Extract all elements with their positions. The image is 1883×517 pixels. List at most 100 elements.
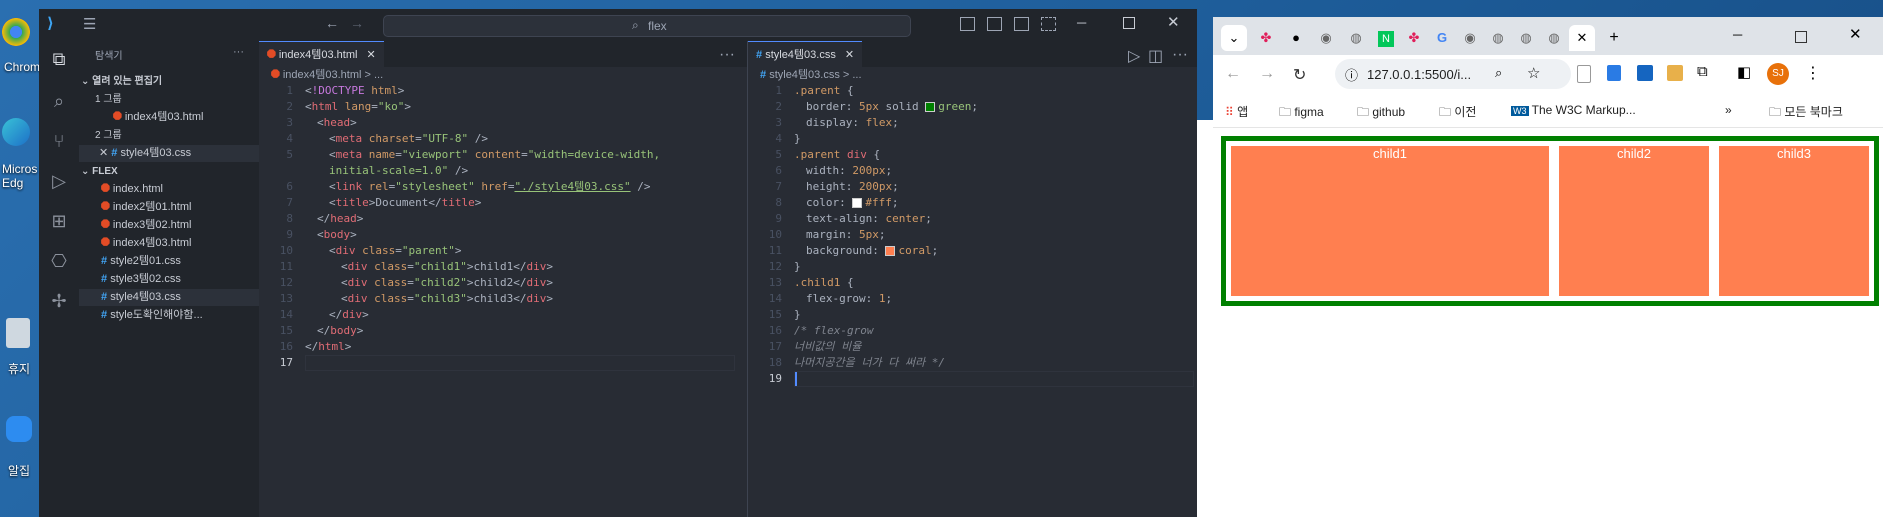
file-item[interactable]: ⯃ index.html: [101, 181, 163, 198]
close-tab-icon[interactable]: ✕: [845, 49, 854, 61]
new-tab-icon[interactable]: +: [1601, 25, 1627, 51]
remote-explorer-icon[interactable]: ⎔: [47, 249, 71, 273]
chrome-minimize-icon[interactable]: ─: [1733, 27, 1742, 42]
file-item[interactable]: ⯃ index4템03.html: [101, 235, 191, 252]
editor-css[interactable]: # style4템03.css ✕ ▷ ◫ ··· # style4템03.cs…: [748, 41, 1197, 517]
edge-desktop-icon[interactable]: [2, 118, 30, 146]
reload-icon[interactable]: ↻: [1293, 65, 1306, 85]
toggle-sidebar-icon[interactable]: [960, 17, 975, 31]
extra-extension-icon[interactable]: ✢: [47, 289, 71, 313]
code-area-css[interactable]: 1 2 3 4 5 6 7 8 9 10 11 12 13 14 15 16 1…: [748, 83, 1197, 513]
extension-icon-1[interactable]: [1577, 65, 1591, 83]
line-number: 4: [286, 132, 293, 145]
profile-avatar[interactable]: SJ: [1767, 63, 1789, 85]
tab-naver-icon[interactable]: N: [1373, 25, 1399, 51]
tab-globe-icon-4[interactable]: ◍: [1541, 25, 1567, 51]
line-number: 6: [286, 180, 293, 193]
customize-layout-icon[interactable]: [1041, 17, 1056, 31]
close-icon[interactable]: ✕: [1167, 13, 1180, 31]
bookmark-github[interactable]: 🗀 github: [1357, 103, 1405, 124]
bookmark-figma[interactable]: 🗀 figma: [1279, 103, 1324, 124]
file-item-selected[interactable]: # style4템03.css: [79, 289, 259, 306]
split-editor-icon[interactable]: ◫: [1148, 46, 1163, 66]
command-center-search[interactable]: ⌕ flex: [383, 15, 911, 37]
color-swatch-white[interactable]: [852, 198, 863, 208]
file-item[interactable]: # style2템01.css: [101, 253, 181, 270]
side-panel-icon[interactable]: ◧: [1737, 63, 1751, 81]
maximize-icon[interactable]: [1123, 17, 1135, 29]
search-activity-icon[interactable]: ⌕: [47, 89, 71, 113]
tab-active-close-icon[interactable]: ✕: [1569, 25, 1595, 51]
editor-html[interactable]: ⯃ index4템03.html ✕ ··· ⯃ index4템03.html …: [259, 41, 747, 517]
editor-more-icon[interactable]: ···: [1172, 46, 1188, 64]
tab-index4-html[interactable]: ⯃ index4템03.html ✕: [259, 41, 384, 68]
bookmark-label: 모든 북마크: [1784, 105, 1843, 119]
bookmark-apps[interactable]: ⠿ 앱: [1225, 103, 1248, 120]
tab-slack-icon-2[interactable]: ✤: [1401, 25, 1427, 51]
editor-more-icon[interactable]: ···: [719, 46, 735, 64]
file-item[interactable]: # style3템02.css: [101, 271, 181, 288]
site-info-icon[interactable]: ⓘ: [1345, 65, 1358, 84]
folder-flex[interactable]: ⌄ FLEX: [81, 163, 118, 180]
bookmark-previous[interactable]: 🗀 이전: [1439, 103, 1476, 124]
open-editor-item-css[interactable]: ✕ # style4템03.css: [79, 145, 259, 162]
explorer-icon[interactable]: ⧉: [47, 47, 71, 71]
bookmarks-overflow-icon[interactable]: »: [1725, 103, 1732, 117]
open-editor-item-html[interactable]: ⯃ index4템03.html: [113, 109, 203, 126]
forward-arrow-icon[interactable]: →: [350, 15, 364, 31]
extensions-puzzle-icon[interactable]: ⧉: [1697, 63, 1708, 80]
tab-style4-css[interactable]: # style4템03.css ✕: [748, 41, 863, 68]
tab-globe-icon-3[interactable]: ◍: [1513, 25, 1539, 51]
tab-github-icon[interactable]: ●: [1283, 25, 1309, 51]
line-number: 16: [768, 324, 782, 337]
minimize-icon[interactable]: ─: [1077, 15, 1086, 30]
file-item[interactable]: ⯃ index3템02.html: [101, 217, 191, 234]
chrome-close-icon[interactable]: ✕: [1849, 25, 1862, 43]
zoom-icon[interactable]: ⌕: [1495, 65, 1502, 81]
chrome-menu-icon[interactable]: ⋮: [1805, 63, 1821, 83]
tab-globe-icon-2[interactable]: ◍: [1485, 25, 1511, 51]
extension-icon-4[interactable]: [1667, 65, 1683, 81]
forward-icon[interactable]: →: [1259, 65, 1275, 83]
code-line: </html>: [305, 340, 352, 353]
tab-chrome-icon[interactable]: ◉: [1313, 25, 1339, 51]
code-area-html[interactable]: 1 2 3 4 5 6 7 8 9 10 11 12 13 14 15 16 1…: [259, 83, 747, 513]
bookmark-all[interactable]: 🗀 모든 북마크: [1769, 103, 1843, 124]
more-actions-icon[interactable]: ···: [233, 46, 244, 58]
line-number: 2: [286, 100, 293, 113]
folder-icon: 🗀: [1769, 105, 1785, 119]
tab-slack-icon[interactable]: ✤: [1253, 25, 1279, 51]
tab-chrome-icon-2[interactable]: ◉: [1457, 25, 1483, 51]
tab-search-dropdown-icon[interactable]: ⌄: [1221, 25, 1247, 51]
chrome-maximize-icon[interactable]: [1795, 31, 1807, 43]
code-comment: 나머지공간을 너가 다 써라 */: [794, 356, 946, 369]
chrome-desktop-icon[interactable]: [2, 18, 30, 46]
recycle-bin-icon[interactable]: [6, 318, 30, 348]
run-debug-icon[interactable]: ▷: [47, 169, 71, 193]
alzip-desktop-icon[interactable]: [6, 416, 32, 442]
toggle-secondary-sidebar-icon[interactable]: [1014, 17, 1029, 31]
address-bar[interactable]: ⓘ 127.0.0.1:5500/i... ⌕ ☆: [1335, 59, 1571, 89]
tab-globe-icon[interactable]: ◍: [1343, 25, 1369, 51]
file-item[interactable]: ⯃ index2템01.html: [101, 199, 191, 216]
toggle-panel-icon[interactable]: [987, 17, 1002, 31]
code-line: <div class="child1">child1</div>: [341, 260, 553, 273]
menu-hamburger-icon[interactable]: ☰: [83, 15, 96, 33]
tab-google-icon[interactable]: G: [1429, 25, 1455, 51]
open-editors-section[interactable]: ⌄ 열려 있는 편집기: [81, 73, 162, 90]
color-swatch-green[interactable]: [925, 102, 936, 112]
close-tab-icon[interactable]: ✕: [367, 49, 376, 61]
color-swatch-coral[interactable]: [885, 246, 896, 256]
bookmark-star-icon[interactable]: ☆: [1527, 64, 1540, 82]
extension-icon-3[interactable]: [1637, 65, 1653, 81]
back-icon[interactable]: ←: [1225, 65, 1241, 83]
extension-icon-2[interactable]: [1607, 65, 1621, 81]
run-icon[interactable]: ▷: [1128, 46, 1140, 66]
file-item[interactable]: # style도확인해야함...: [101, 307, 203, 324]
back-arrow-icon[interactable]: ←: [325, 15, 339, 31]
bookmark-w3c[interactable]: W3 The W3C Markup...: [1511, 103, 1636, 117]
source-control-icon[interactable]: ⑂: [47, 129, 71, 153]
html-file-icon: ⯃: [101, 201, 113, 213]
close-editor-icon[interactable]: ✕: [99, 147, 111, 159]
extensions-icon[interactable]: ⊞: [47, 209, 71, 233]
